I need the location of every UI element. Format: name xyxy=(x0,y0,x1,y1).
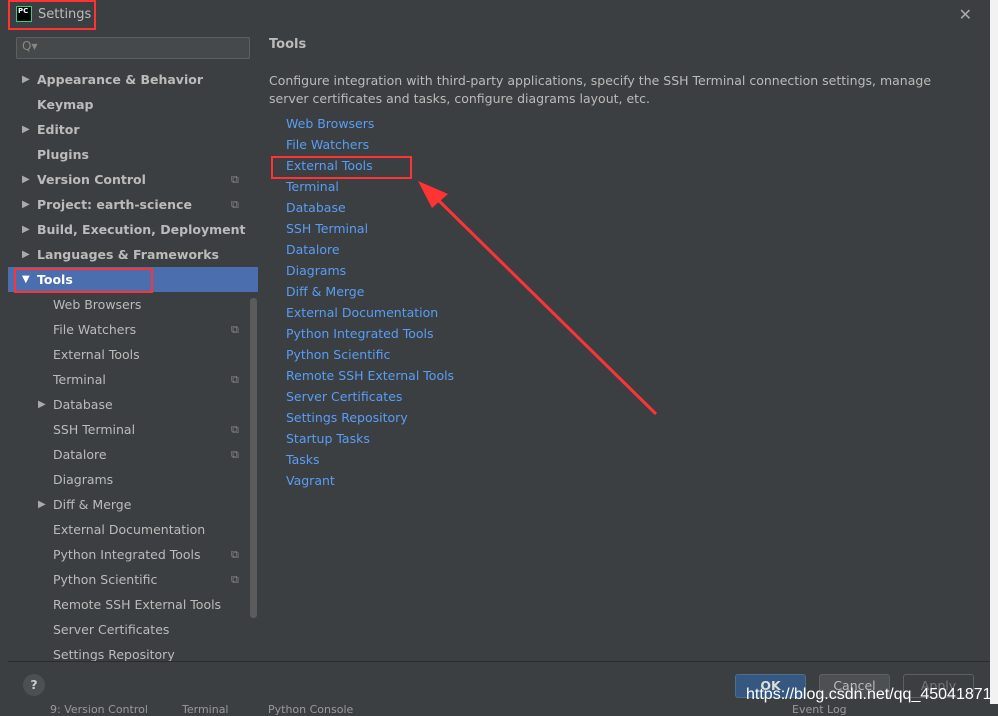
annotation-overlay xyxy=(8,0,658,416)
annotation-box-external-tools xyxy=(271,156,412,179)
annotation-box-tools xyxy=(14,268,153,293)
annotation-arrow-line xyxy=(428,190,658,416)
watermark: https://blog.csdn.net/qq_45041871 xyxy=(746,686,992,703)
annotation-box-title xyxy=(8,0,96,30)
